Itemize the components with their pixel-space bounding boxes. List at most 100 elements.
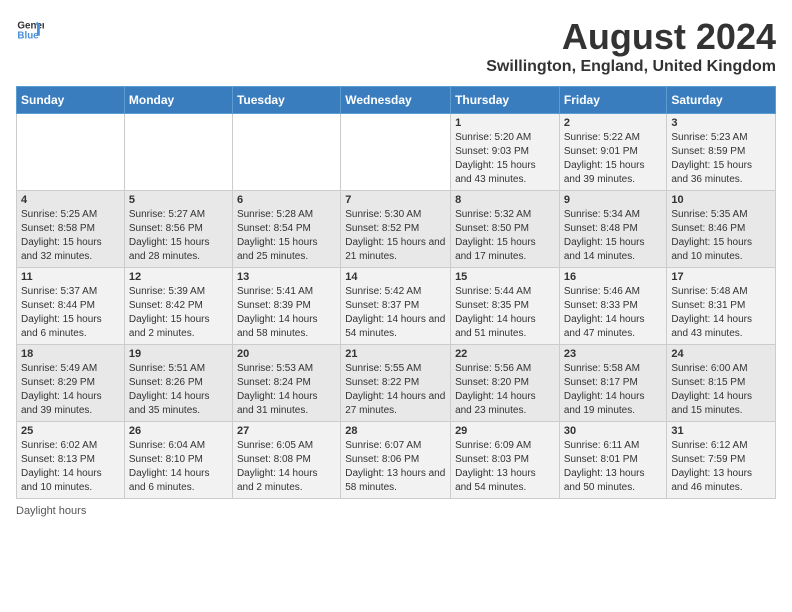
calendar-cell: 5 Sunrise: 5:27 AMSunset: 8:56 PMDaylight… [124,191,232,268]
calendar-cell: 8Sunrise: 5:32 AMSunset: 8:50 PMDaylight… [451,191,560,268]
day-info: Sunrise: 6:11 AMSunset: 8:01 PMDaylight:… [564,439,663,495]
day-of-week-header: Sunday [17,87,125,114]
day-info: Sunrise: 5:44 AMSunset: 8:35 PMDaylight:… [455,285,555,341]
title-section: August 2024 Swillington, England, United… [486,16,776,76]
calendar-cell [232,114,340,191]
calendar-week-row: 4 Sunrise: 5:25 AMSunset: 8:58 PMDaylight… [17,191,776,268]
calendar-cell: 3 Sunrise: 5:23 AMSunset: 8:59 PMDaylight… [667,114,776,191]
day-number: 5 [129,194,228,206]
calendar-cell: 22 Sunrise: 5:56 AMSunset: 8:20 PMDayligh… [451,345,560,422]
calendar-cell: 27 Sunrise: 6:05 AMSunset: 8:08 PMDayligh… [232,422,340,499]
calendar-cell: 19 Sunrise: 5:51 AMSunset: 8:26 PMDayligh… [124,345,232,422]
day-number: 22 [455,348,555,360]
calendar-week-row: 11Sunrise: 5:37 AMSunset: 8:44 PMDayligh… [17,268,776,345]
day-number: 27 [237,425,336,437]
day-number: 4 [21,194,120,206]
calendar-cell: 28Sunrise: 6:07 AMSunset: 8:06 PMDayligh… [341,422,451,499]
day-number: 18 [21,348,120,360]
calendar-cell: 13Sunrise: 5:41 AMSunset: 8:39 PMDayligh… [232,268,340,345]
day-info: Sunrise: 5:20 AMSunset: 9:03 PMDaylight:… [455,131,555,187]
calendar-cell: 4 Sunrise: 5:25 AMSunset: 8:58 PMDaylight… [17,191,125,268]
calendar-cell [17,114,125,191]
calendar-cell: 16 Sunrise: 5:46 AMSunset: 8:33 PMDayligh… [559,268,667,345]
day-info: Sunrise: 6:07 AMSunset: 8:06 PMDaylight:… [345,439,446,495]
day-number: 25 [21,425,120,437]
day-of-week-header: Tuesday [232,87,340,114]
day-info: Sunrise: 5:22 AMSunset: 9:01 PMDaylight:… [564,131,663,187]
day-number: 19 [129,348,228,360]
day-info: Sunrise: 5:30 AMSunset: 8:52 PMDaylight:… [345,208,446,264]
day-number: 6 [237,194,336,206]
day-info: Sunrise: 5:41 AMSunset: 8:39 PMDaylight:… [237,285,336,341]
day-number: 15 [455,271,555,283]
day-number: 12 [129,271,228,283]
calendar-cell: 17 Sunrise: 5:48 AMSunset: 8:31 PMDayligh… [667,268,776,345]
day-info: Sunrise: 5:55 AMSunset: 8:22 PMDaylight:… [345,362,446,418]
day-number: 26 [129,425,228,437]
day-info: Sunrise: 5:25 AMSunset: 8:58 PMDaylight:… [21,208,120,264]
calendar-cell: 10Sunrise: 5:35 AMSunset: 8:46 PMDayligh… [667,191,776,268]
day-number: 14 [345,271,446,283]
calendar-cell: 21 Sunrise: 5:55 AMSunset: 8:22 PMDayligh… [341,345,451,422]
day-info: Sunrise: 5:46 AMSunset: 8:33 PMDaylight:… [564,285,663,341]
day-info: Sunrise: 6:00 AMSunset: 8:15 PMDaylight:… [671,362,771,418]
day-info: Sunrise: 5:56 AMSunset: 8:20 PMDaylight:… [455,362,555,418]
calendar-cell: 29Sunrise: 6:09 AMSunset: 8:03 PMDayligh… [451,422,560,499]
day-number: 10 [671,194,771,206]
day-number: 20 [237,348,336,360]
day-info: Sunrise: 5:42 AMSunset: 8:37 PMDaylight:… [345,285,446,341]
calendar-cell: 2 Sunrise: 5:22 AMSunset: 9:01 PMDaylight… [559,114,667,191]
day-info: Sunrise: 5:51 AMSunset: 8:26 PMDaylight:… [129,362,228,418]
day-info: Sunrise: 5:48 AMSunset: 8:31 PMDaylight:… [671,285,771,341]
location-subtitle: Swillington, England, United Kingdom [486,58,776,76]
day-number: 30 [564,425,663,437]
calendar-header-row: SundayMondayTuesdayWednesdayThursdayFrid… [17,87,776,114]
day-of-week-header: Saturday [667,87,776,114]
day-number: 8 [455,194,555,206]
day-number: 17 [671,271,771,283]
day-number: 9 [564,194,663,206]
logo: General Blue [16,16,44,44]
calendar-cell: 11Sunrise: 5:37 AMSunset: 8:44 PMDayligh… [17,268,125,345]
day-info: Sunrise: 5:23 AMSunset: 8:59 PMDaylight:… [671,131,771,187]
day-info: Sunrise: 6:02 AMSunset: 8:13 PMDaylight:… [21,439,120,495]
calendar-cell: 31Sunrise: 6:12 AMSunset: 7:59 PMDayligh… [667,422,776,499]
calendar-cell: 23 Sunrise: 5:58 AMSunset: 8:17 PMDayligh… [559,345,667,422]
day-info: Sunrise: 5:58 AMSunset: 8:17 PMDaylight:… [564,362,663,418]
calendar-table: SundayMondayTuesdayWednesdayThursdayFrid… [16,86,776,499]
calendar-cell: 1 Sunrise: 5:20 AMSunset: 9:03 PMDaylight… [451,114,560,191]
calendar-cell: 12Sunrise: 5:39 AMSunset: 8:42 PMDayligh… [124,268,232,345]
day-number: 11 [21,271,120,283]
day-number: 2 [564,117,663,129]
footer: Daylight hours [16,505,776,517]
day-number: 21 [345,348,446,360]
calendar-body: 1 Sunrise: 5:20 AMSunset: 9:03 PMDaylight… [17,114,776,499]
daylight-label: Daylight hours [16,505,86,517]
svg-text:Blue: Blue [17,30,39,41]
day-number: 23 [564,348,663,360]
calendar-cell: 6 Sunrise: 5:28 AMSunset: 8:54 PMDaylight… [232,191,340,268]
calendar-week-row: 18Sunrise: 5:49 AMSunset: 8:29 PMDayligh… [17,345,776,422]
logo-icon: General Blue [16,16,44,44]
day-of-week-header: Monday [124,87,232,114]
day-info: Sunrise: 5:34 AMSunset: 8:48 PMDaylight:… [564,208,663,264]
calendar-cell: 24Sunrise: 6:00 AMSunset: 8:15 PMDayligh… [667,345,776,422]
day-number: 16 [564,271,663,283]
calendar-cell: 30 Sunrise: 6:11 AMSunset: 8:01 PMDayligh… [559,422,667,499]
calendar-cell [124,114,232,191]
calendar-week-row: 1 Sunrise: 5:20 AMSunset: 9:03 PMDaylight… [17,114,776,191]
day-number: 1 [455,117,555,129]
day-number: 31 [671,425,771,437]
month-year-title: August 2024 [486,16,776,58]
day-number: 3 [671,117,771,129]
calendar-cell [341,114,451,191]
calendar-cell: 20Sunrise: 5:53 AMSunset: 8:24 PMDayligh… [232,345,340,422]
calendar-cell: 25 Sunrise: 6:02 AMSunset: 8:13 PMDayligh… [17,422,125,499]
day-of-week-header: Thursday [451,87,560,114]
day-info: Sunrise: 6:05 AMSunset: 8:08 PMDaylight:… [237,439,336,495]
day-of-week-header: Wednesday [341,87,451,114]
day-info: Sunrise: 5:27 AMSunset: 8:56 PMDaylight:… [129,208,228,264]
day-info: Sunrise: 6:09 AMSunset: 8:03 PMDaylight:… [455,439,555,495]
calendar-cell: 14 Sunrise: 5:42 AMSunset: 8:37 PMDayligh… [341,268,451,345]
day-info: Sunrise: 5:28 AMSunset: 8:54 PMDaylight:… [237,208,336,264]
